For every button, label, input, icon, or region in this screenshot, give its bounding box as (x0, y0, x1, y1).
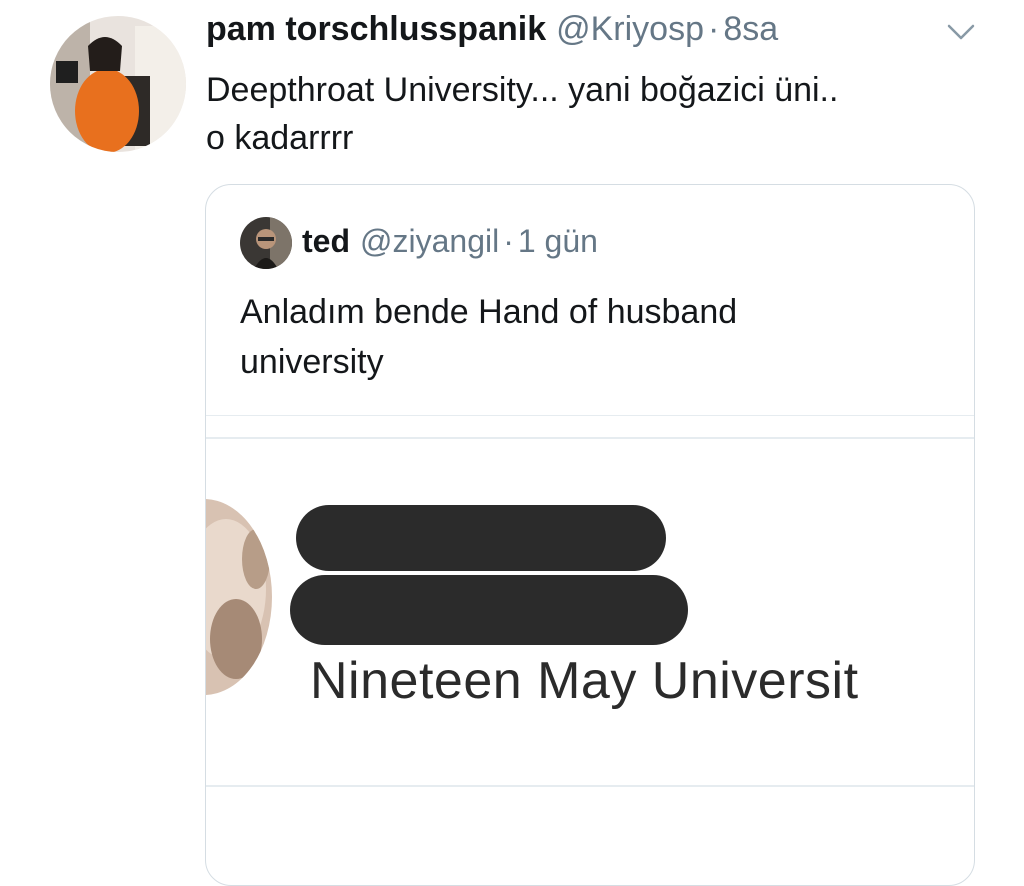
quoted-text-line: Anladım bende Hand of husband (240, 293, 738, 331)
redaction-bar (296, 505, 666, 571)
quoted-tweet-text: Anladım bende Hand of husband university (240, 287, 940, 387)
quoted-display-name[interactable]: ted (302, 223, 350, 260)
separator-dot: · (708, 10, 720, 48)
tweet-header: pam torschlusspanik @Kriyosp · 8sa (206, 10, 778, 60)
quoted-avatar[interactable] (240, 217, 292, 269)
tweet-text-line: o kadarrrr (206, 119, 354, 157)
media-caption: Nineteen May Universit (310, 652, 859, 710)
divider (206, 415, 974, 416)
quoted-user-handle[interactable]: @ziyangil (360, 223, 499, 260)
divider (206, 785, 974, 787)
redaction-bar (290, 575, 688, 645)
user-handle[interactable]: @Kriyosp (556, 10, 704, 49)
quoted-text-line: university (240, 343, 384, 381)
separator-dot: · (503, 223, 514, 259)
tweet-text: Deepthroat University... yani boğazici ü… (206, 66, 986, 162)
media-avatar (206, 499, 272, 695)
quoted-tweet-card[interactable]: ted @ziyangil · 1 gün Anladım bende Hand… (205, 184, 975, 886)
display-name[interactable]: pam torschlusspanik (206, 10, 546, 49)
avatar[interactable] (50, 16, 186, 152)
tweet-timestamp[interactable]: 8sa (723, 10, 778, 49)
chevron-down-icon[interactable] (946, 20, 976, 44)
tweet-text-line: Deepthroat University... yani boğazici ü… (206, 71, 839, 109)
quoted-tweet-timestamp[interactable]: 1 gün (518, 223, 598, 260)
quoted-media-image[interactable]: Nineteen May Universit (206, 439, 973, 785)
quoted-tweet-header: ted @ziyangil · 1 gün (302, 223, 598, 260)
